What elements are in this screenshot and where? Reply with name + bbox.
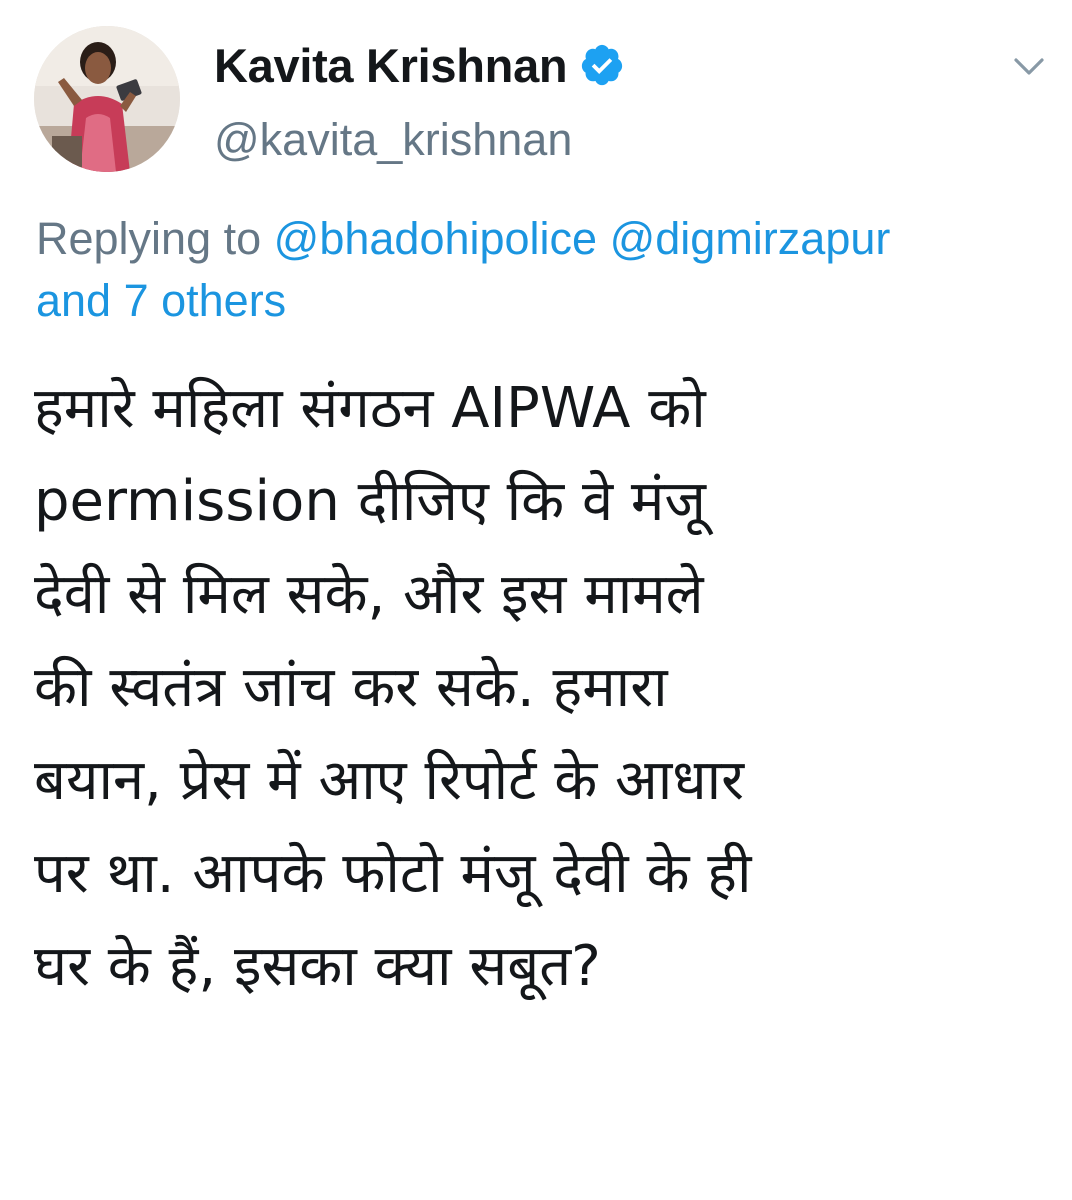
tweet-text: हमारे महिला संगठन AIPWA को permission दी…: [34, 362, 1044, 1013]
tweet-card: Kavita Krishnan @kavita_krishnan Replyin…: [0, 0, 1072, 1200]
chevron-down-icon[interactable]: [1008, 50, 1050, 82]
author-handle[interactable]: @kavita_krishnan: [214, 114, 625, 166]
avatar[interactable]: [34, 26, 180, 172]
author-block: Kavita Krishnan @kavita_krishnan: [214, 34, 625, 166]
tweet-text-line: घर के हैं, इसका क्या सबूत?: [34, 934, 601, 999]
tweet-text-line: हमारे महिला संगठन AIPWA को: [34, 376, 706, 441]
verified-badge-icon: [582, 44, 623, 86]
profile-photo-avatar: [34, 26, 180, 172]
others-link[interactable]: and 7 others: [36, 275, 286, 326]
replying-to-label: Replying to: [36, 213, 262, 264]
display-name[interactable]: Kavita Krishnan: [214, 38, 568, 93]
tweet-text-line: देवी से मिल सके, और इस मामले: [34, 562, 704, 627]
tweet-text-line: बयान, प्रेस में आए रिपोर्ट के आधार: [34, 748, 745, 813]
tweet-text-line: पर था. आपके फोटो मंजू देवी के ही: [34, 841, 752, 906]
tweet-text-line: permission दीजिए कि वे मंजू: [34, 469, 706, 534]
mention-link[interactable]: @digmirzapur: [610, 213, 891, 264]
reply-context: Replying to @bhadohipolice @digmirzapur a…: [36, 208, 1046, 332]
tweet-text-line: की स्वतंत्र जांच कर सके. हमारा: [34, 655, 668, 720]
author-name-row[interactable]: Kavita Krishnan: [214, 34, 625, 96]
mention-link[interactable]: @bhadohipolice: [274, 213, 597, 264]
